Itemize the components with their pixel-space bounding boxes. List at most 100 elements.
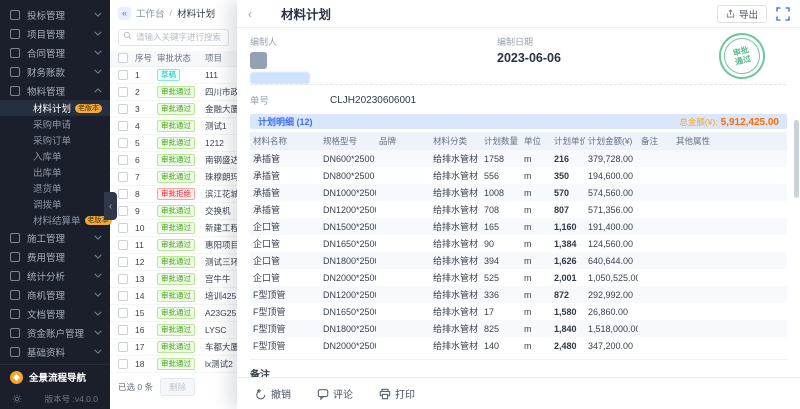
- row-checkbox[interactable]: [118, 70, 128, 80]
- cell-amount: 1,518,000.00: [585, 320, 638, 337]
- sidebar-item[interactable]: 财务账款: [0, 62, 110, 81]
- sidebar-item[interactable]: 项目管理: [0, 24, 110, 43]
- row-no: 13: [135, 274, 157, 284]
- list-item[interactable]: 4 审批通过 测试1: [110, 118, 237, 135]
- row-checkbox[interactable]: [118, 138, 128, 148]
- list-item[interactable]: 2 审批通过 四川市政项: [110, 84, 237, 101]
- row-checkbox[interactable]: [118, 342, 128, 352]
- comment-button[interactable]: 评论: [317, 386, 353, 401]
- sidebar-collapse-handle[interactable]: ‹: [104, 192, 117, 220]
- search-input[interactable]: [118, 29, 229, 46]
- row-no: 11: [135, 240, 157, 250]
- row-checkbox[interactable]: [118, 325, 128, 335]
- row-checkbox[interactable]: [118, 206, 128, 216]
- list-item[interactable]: 15 审批通过 A23G2511: [110, 305, 237, 322]
- sidebar-item[interactable]: 材料结算单 老版本: [0, 212, 110, 228]
- delete-button[interactable]: 删除: [160, 378, 195, 396]
- sidebar-item[interactable]: 施工管理: [0, 228, 110, 247]
- table-row[interactable]: 企口管 DN1500*2500 给排水管材 165 m 1,160 191,40…: [250, 218, 787, 235]
- sidebar-item[interactable]: 费用管理: [0, 247, 110, 266]
- drawer-collapse-icon[interactable]: ‹: [243, 7, 257, 21]
- table-row[interactable]: 承插管 DN1200*2500 给排水管材 708 m 807 571,356.…: [250, 201, 787, 218]
- row-project: 四川市政项: [205, 86, 237, 98]
- list-item[interactable]: 9 审批通过 交换机: [110, 203, 237, 220]
- sidebar-item[interactable]: 采购订单: [0, 132, 110, 148]
- column-header: 单位: [521, 132, 551, 150]
- table-row[interactable]: F型顶管 DN1650*2500 给排水管材 17 m 1,580 26,860…: [250, 303, 787, 320]
- table-row[interactable]: 企口管 DN1800*2500 给排水管材 394 m 1,626 640,64…: [250, 252, 787, 269]
- sidebar-item[interactable]: 出库单: [0, 164, 110, 180]
- table-row[interactable]: 承插管 DN1000*2500 给排水管材 1008 m 570 574,560…: [250, 184, 787, 201]
- fullscreen-icon[interactable]: [776, 7, 790, 21]
- list-item[interactable]: 12 审批通过 测试三环路: [110, 254, 237, 271]
- row-checkbox[interactable]: [118, 257, 128, 267]
- list-item[interactable]: 13 审批通过 宫牛牛: [110, 271, 237, 288]
- list-item[interactable]: 14 审批通过 培训425: [110, 288, 237, 305]
- print-button[interactable]: 打印: [379, 386, 415, 401]
- list-item[interactable]: 17 审批通过 车都大厦: [110, 339, 237, 356]
- scrollbar-thumb[interactable]: [794, 120, 799, 198]
- cell-remark: [638, 252, 673, 269]
- row-checkbox[interactable]: [118, 240, 128, 250]
- table-row[interactable]: 承插管 DN600*2500 给排水管材 1758 m 216 379,728.…: [250, 150, 787, 167]
- list-item[interactable]: 3 审批通过 金融大厦采: [110, 101, 237, 118]
- row-checkbox[interactable]: [118, 359, 128, 369]
- back-icon[interactable]: «: [118, 7, 131, 20]
- row-checkbox[interactable]: [118, 172, 128, 182]
- sidebar-item[interactable]: 调拨单: [0, 196, 110, 212]
- sidebar: 投标管理 项目管理 合同管理: [0, 0, 110, 409]
- sidebar-item[interactable]: 统计分析: [0, 266, 110, 285]
- list-item[interactable]: 10 审批通过 新建工程-项: [110, 220, 237, 237]
- row-checkbox[interactable]: [118, 308, 128, 318]
- sidebar-item[interactable]: 资金账户管理: [0, 323, 110, 342]
- gear-icon[interactable]: [12, 394, 22, 404]
- table-row[interactable]: 承插管 DN800*2500 给排水管材 556 m 350 194,600.0…: [250, 167, 787, 184]
- sidebar-item[interactable]: 退货单: [0, 180, 110, 196]
- sidebar-item[interactable]: 材料计划 老版本: [0, 100, 110, 116]
- export-button[interactable]: 导出: [717, 5, 767, 23]
- sidebar-item[interactable]: 基础资料: [0, 342, 110, 361]
- sidebar-item[interactable]: 商机管理: [0, 285, 110, 304]
- table-row[interactable]: F型顶管 DN2000*2500 给排水管材 140 m 2,480 347,2…: [250, 337, 787, 354]
- undo-button[interactable]: 撤销: [255, 386, 291, 401]
- row-checkbox[interactable]: [118, 291, 128, 301]
- list-item[interactable]: 7 审批通过 珠穆朗玛峰: [110, 169, 237, 186]
- sidebar-item[interactable]: 入库单: [0, 148, 110, 164]
- list-item[interactable]: 16 审批通过 LYSC: [110, 322, 237, 339]
- row-checkbox[interactable]: [118, 274, 128, 284]
- list-item[interactable]: 5 审批通过 1212: [110, 135, 237, 152]
- order-label: 单号: [250, 93, 330, 107]
- cell-remark: [638, 150, 673, 167]
- row-checkbox[interactable]: [118, 223, 128, 233]
- table-row[interactable]: 企口管 DN2000*2500 给排水管材 525 m 2,001 1,050,…: [250, 269, 787, 286]
- row-checkbox[interactable]: [118, 155, 128, 165]
- selected-count: 已选 0 条: [118, 381, 153, 393]
- table-row[interactable]: 企口管 DN1650*2500 给排水管材 90 m 1,384 124,560…: [250, 235, 787, 252]
- table-row[interactable]: F型顶管 DN1800*2500 给排水管材 825 m 1,840 1,518…: [250, 320, 787, 337]
- row-checkbox[interactable]: [118, 189, 128, 199]
- row-checkbox[interactable]: [118, 121, 128, 131]
- breadcrumb-root[interactable]: 工作台: [136, 6, 165, 20]
- status-badge: 审批通过: [157, 273, 195, 285]
- cell-attrs: [673, 167, 787, 184]
- list-item[interactable]: 18 审批通过 lx测试2: [110, 356, 237, 373]
- list-item[interactable]: 8 审批拒绝 滨江花城10: [110, 186, 237, 203]
- sidebar-item[interactable]: 合同管理: [0, 43, 110, 62]
- list-item[interactable]: 11 审批通过 惠阳项目: [110, 237, 237, 254]
- panorama-flow-nav[interactable]: 全景流程导航: [0, 365, 110, 389]
- status-badge: 审批通过: [157, 307, 195, 319]
- sidebar-item[interactable]: 文档管理: [0, 304, 110, 323]
- row-no: 2: [135, 87, 157, 97]
- list-item[interactable]: 6 审批通过 南钢盛达大: [110, 152, 237, 169]
- list-item[interactable]: 1 草稿 111: [110, 67, 237, 84]
- row-checkbox[interactable]: [118, 87, 128, 97]
- table-row[interactable]: F型顶管 DN1200*2500 给排水管材 336 m 872 292,992…: [250, 286, 787, 303]
- sidebar-item[interactable]: 物料管理: [0, 81, 110, 100]
- sidebar-item[interactable]: 投标管理: [0, 5, 110, 24]
- select-all-checkbox[interactable]: [118, 53, 128, 63]
- comment-icon: [317, 388, 329, 400]
- sidebar-item[interactable]: 采购申请: [0, 116, 110, 132]
- cell-unit: m: [521, 150, 551, 167]
- row-checkbox[interactable]: [118, 104, 128, 114]
- cell-spec: DN1000*2500: [320, 184, 376, 201]
